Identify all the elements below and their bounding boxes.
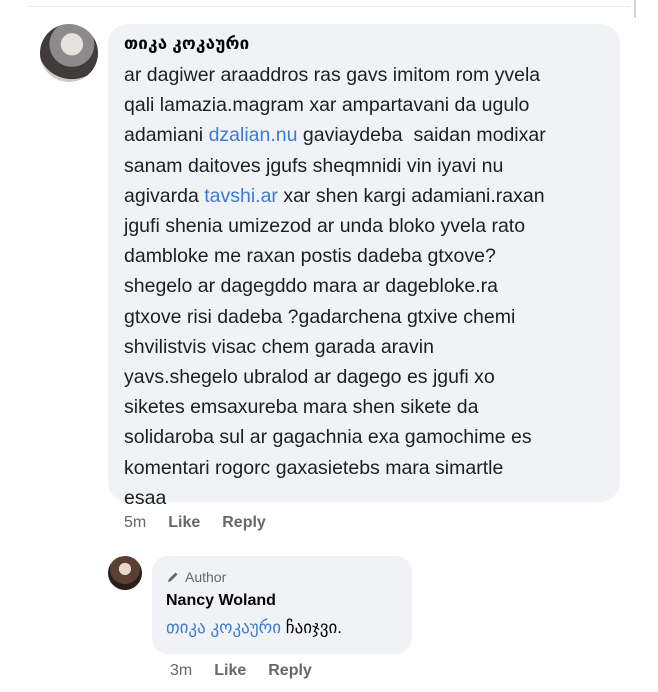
comment-author-name[interactable]: თიკა კოკაური bbox=[124, 34, 249, 54]
reply-timestamp[interactable]: 3m bbox=[170, 662, 192, 680]
comment-body: ar dagiwer araaddros ras gavs imitom rom… bbox=[124, 60, 610, 513]
reply-mention-link[interactable]: თიკა კოკაური bbox=[166, 618, 281, 637]
reply-author-name[interactable]: Nancy Woland bbox=[166, 592, 276, 610]
reply-body: თიკა კოკაური ჩაიჯვი. bbox=[166, 618, 342, 638]
author-badge: Author bbox=[166, 569, 226, 585]
pen-icon bbox=[166, 570, 180, 584]
comment-link[interactable]: dzalian.nu bbox=[209, 124, 298, 146]
comment-text-segment: xar shen kargi adamiani.raxan jgufi shen… bbox=[124, 184, 545, 509]
like-button[interactable]: Like bbox=[168, 514, 200, 532]
comment-link[interactable]: tavshi.ar bbox=[204, 185, 278, 207]
comment-actions: 5m Like Reply bbox=[124, 514, 266, 532]
reply-button[interactable]: Reply bbox=[222, 514, 266, 532]
scrollbar[interactable] bbox=[634, 0, 636, 18]
reply-like-button[interactable]: Like bbox=[214, 662, 246, 680]
top-divider bbox=[28, 6, 630, 7]
reply-author-avatar[interactable] bbox=[108, 556, 142, 590]
comment-timestamp[interactable]: 5m bbox=[124, 514, 146, 532]
reply-text: ჩაიჯვი. bbox=[281, 618, 342, 637]
reply-reply-button[interactable]: Reply bbox=[268, 662, 312, 680]
author-badge-label: Author bbox=[185, 569, 227, 585]
reply-actions: 3m Like Reply bbox=[170, 662, 312, 680]
commenter-avatar[interactable] bbox=[40, 24, 98, 82]
